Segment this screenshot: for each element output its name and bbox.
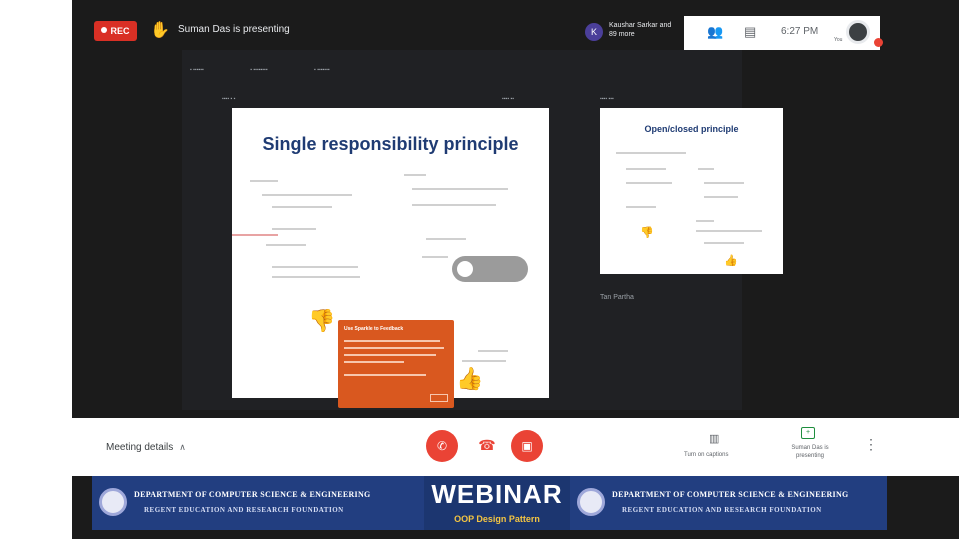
side-slide-title: Open/closed principle <box>644 124 739 134</box>
code-line <box>696 220 714 222</box>
user-avatar[interactable] <box>846 20 870 44</box>
side-slide-meta: ▪▪▪▪ ▪▪▪ <box>600 96 614 102</box>
code-line <box>412 204 496 206</box>
code-line <box>422 256 448 258</box>
code-line <box>626 168 666 170</box>
present-screen-icon[interactable]: + <box>801 427 815 439</box>
top-tools-panel: 👥 ▤ 6:27 PM You <box>684 16 883 50</box>
hang-up-icon[interactable]: ☎ <box>476 434 498 456</box>
code-line <box>262 194 352 196</box>
department-left: DEPARTMENT OF COMPUTER SCIENCE & ENGINEE… <box>134 490 371 499</box>
webinar-subtitle: OOP Design Pattern <box>454 514 540 524</box>
foundation-right: REGENT EDUCATION AND RESEARCH FOUNDATION <box>622 506 822 514</box>
side-slide-caption: Tan Partha <box>600 294 634 301</box>
code-line <box>616 152 686 154</box>
slide-meta-right: ▪▪▪▪ ▪▪ <box>502 96 515 102</box>
code-line <box>404 174 426 176</box>
college-logo <box>99 488 127 516</box>
code-line <box>626 206 656 208</box>
webinar-banner: DEPARTMENT OF COMPUTER SCIENCE & ENGINEE… <box>92 476 887 530</box>
meeting-details-button[interactable]: Meeting details ∧ <box>106 442 186 453</box>
participant-avatar[interactable]: K <box>585 23 603 41</box>
popup-close-button[interactable] <box>430 394 448 402</box>
code-line <box>478 350 508 352</box>
department-right: DEPARTMENT OF COMPUTER SCIENCE & ENGINEE… <box>612 490 849 499</box>
code-line <box>232 234 278 236</box>
code-line <box>462 360 506 362</box>
code-line <box>626 182 672 184</box>
thumbs-up-icon: 👍 <box>724 255 738 267</box>
presented-screen: ▪ ▪▪▪▪▪▪ ▪ ▪▪▪▪▪▪▪▪ ▪ ▪▪▪▪▪▪▪ ▪▪▪▪ ▪ ▪ ▪… <box>182 50 783 466</box>
presented-tabs: ▪ ▪▪▪▪▪▪ ▪ ▪▪▪▪▪▪▪▪ ▪ ▪▪▪▪▪▪▪ <box>190 58 750 73</box>
chevron-up-icon: ∧ <box>179 442 186 452</box>
presenting-label[interactable]: Suman Das is presenting <box>782 444 838 460</box>
side-slide: Open/closed principle 👎 👍 <box>600 108 783 274</box>
presenter-icon: ✋ <box>150 22 170 39</box>
code-line <box>698 168 714 170</box>
video-frame: REC ✋ Suman Das is presenting K Kaushar … <box>0 0 959 539</box>
popup-text-line <box>344 340 440 342</box>
meeting-details-label: Meeting details <box>106 442 174 453</box>
code-line <box>412 188 508 190</box>
presented-tab: ▪ ▪▪▪▪▪▪▪ <box>314 67 330 73</box>
thumbs-down-icon: 👎 <box>308 308 336 333</box>
thumbs-down-icon: 👎 <box>640 227 654 239</box>
meeting-controls-bar: Meeting details ∧ ✆ ☎ ▣ ▥ Turn on caption… <box>72 418 959 476</box>
popup-text-line <box>344 374 426 376</box>
webinar-title-box: WEBINAR OOP Design Pattern <box>424 476 570 530</box>
code-line <box>704 196 738 198</box>
slide-title: Single responsibility principle <box>262 134 519 154</box>
popup-text-line <box>344 354 436 356</box>
you-label: You <box>834 37 843 43</box>
code-line <box>266 244 306 246</box>
presenter-status: Suman Das is presenting <box>178 24 290 35</box>
chat-icon[interactable]: ▤ <box>744 24 756 40</box>
popup-text-line <box>344 361 404 363</box>
code-line <box>704 242 744 244</box>
thumbs-up-icon: 👍 <box>456 366 484 391</box>
people-icon[interactable]: 👥 <box>707 24 723 40</box>
code-line <box>696 230 762 232</box>
recording-badge: REC <box>94 21 137 41</box>
participants-summary[interactable]: Kaushar Sarkar and 89 more <box>609 21 679 39</box>
webinar-title: WEBINAR <box>431 479 563 509</box>
captions-label[interactable]: Turn on captions <box>684 452 728 458</box>
popup-text-line <box>344 347 444 349</box>
captions-icon[interactable]: ▥ <box>709 432 719 445</box>
feedback-popup[interactable]: Use Sparkle to Feedback <box>338 320 454 408</box>
code-line <box>250 180 278 182</box>
popup-title: Use Sparkle to Feedback <box>344 326 404 332</box>
foundation-left: REGENT EDUCATION AND RESEARCH FOUNDATION <box>144 506 344 514</box>
clock-time: 6:27 PM <box>781 26 819 37</box>
code-line <box>272 276 360 278</box>
presented-tab: ▪ ▪▪▪▪▪▪▪▪ <box>250 67 268 73</box>
college-logo <box>577 488 605 516</box>
code-line <box>704 182 744 184</box>
code-line <box>272 206 332 208</box>
code-line <box>426 238 466 240</box>
slide-meta: ▪▪▪▪ ▪ ▪ <box>222 96 236 102</box>
notification-dot <box>874 38 883 47</box>
presented-tab: ▪ ▪▪▪▪▪▪ <box>190 67 204 73</box>
top-bar: REC ✋ Suman Das is presenting K Kaushar … <box>72 16 959 52</box>
more-options-icon[interactable]: ⋮ <box>864 436 878 453</box>
dark-mode-toggle[interactable] <box>452 256 528 282</box>
mic-off-icon[interactable]: ✆ <box>426 430 458 462</box>
code-line <box>272 228 316 230</box>
camera-off-icon[interactable]: ▣ <box>511 430 543 462</box>
meet-window: REC ✋ Suman Das is presenting K Kaushar … <box>72 0 959 539</box>
code-line <box>272 266 358 268</box>
